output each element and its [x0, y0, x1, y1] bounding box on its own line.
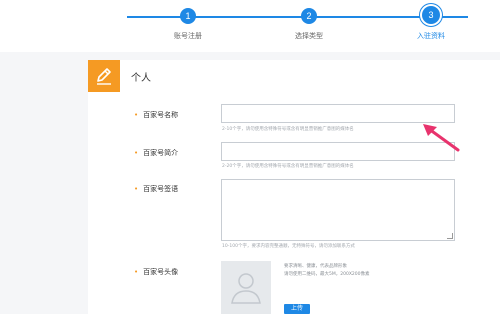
stepper-line	[127, 16, 468, 18]
name-hint: 2-10个字，请勿使用含特殊符号或含有明显营销推广意图的媒体名	[222, 127, 354, 132]
required-dot: •	[134, 149, 139, 157]
progress-stepper: 1 账号注册 2 选择类型 3 入驻资料	[0, 0, 500, 52]
avatar-placeholder[interactable]	[221, 261, 271, 314]
signature-hint: 10-100个字，要求内容完整通顺，无特殊符号，请勿添加联系方式	[222, 244, 355, 249]
section-title: 个人	[131, 73, 151, 84]
page: 1 账号注册 2 选择类型 3 入驻资料 个人 • 百家号名称 2-10个字，请勿…	[0, 0, 500, 314]
avatar-note-line2: 请勿使用二维码，最大5M，200X200像素	[284, 272, 370, 277]
profile-form-card: 个人 • 百家号名称 2-10个字，请勿使用含特殊符号或含有明显营销推广意图的媒体…	[88, 60, 500, 314]
required-dot: •	[134, 185, 139, 193]
signature-textarea[interactable]	[221, 179, 455, 241]
avatar-icon	[231, 273, 261, 304]
step-2-label: 选择类型	[295, 32, 323, 40]
step-3-label: 入驻资料	[417, 32, 445, 40]
avatar-label: • 百家号头像	[134, 268, 179, 276]
avatar-note-line1: 要求清晰、健康，代表品牌形象	[284, 264, 347, 269]
annotation-arrow-icon	[423, 124, 460, 152]
upload-button[interactable]: 上传	[284, 304, 310, 314]
signature-label: • 百家号签语	[134, 185, 179, 193]
intro-label: • 百家号简介	[134, 149, 179, 157]
intro-hint: 2-20个字，请勿使用含特殊符号或含有明显营销推广意图的媒体名	[222, 164, 354, 169]
step-3-circle: 3	[422, 6, 440, 24]
pencil-icon	[88, 60, 120, 92]
required-dot: •	[134, 268, 139, 276]
step-1-circle: 1	[180, 8, 196, 24]
step-2-circle: 2	[301, 8, 317, 24]
name-label: • 百家号名称	[134, 111, 179, 119]
required-dot: •	[134, 111, 139, 119]
resize-grip-icon[interactable]	[447, 233, 453, 239]
step-1-label: 账号注册	[174, 32, 202, 40]
